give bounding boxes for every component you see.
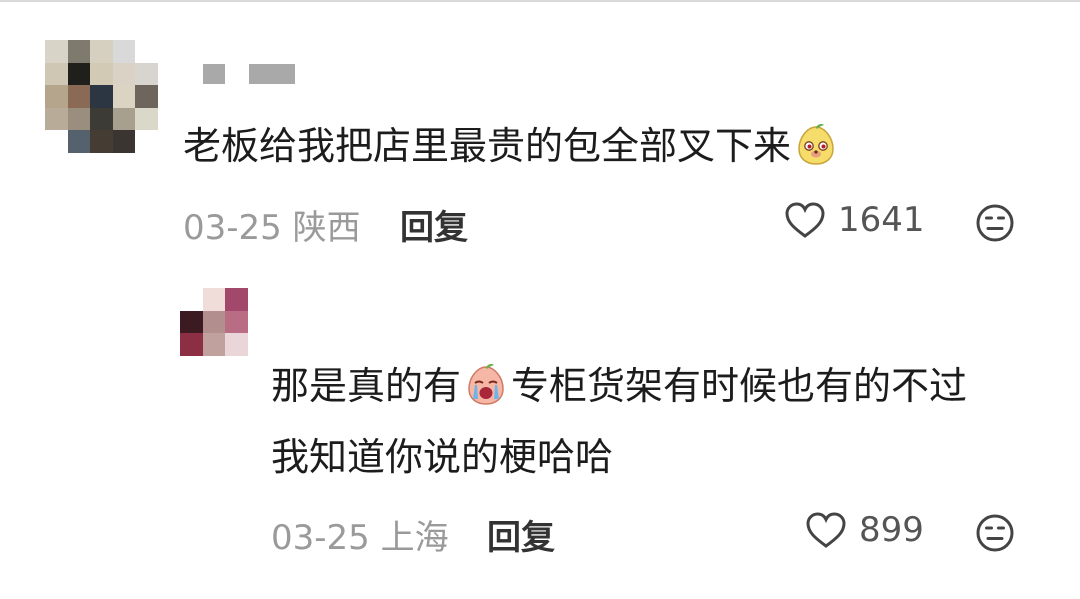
avatar-pixel	[45, 62, 68, 86]
avatar-pixel	[112, 130, 136, 153]
avatar-pixel	[45, 85, 68, 108]
avatar-pixel	[67, 107, 91, 131]
comment-date: 03-25	[183, 208, 282, 248]
avatar-pixel	[202, 310, 226, 334]
avatar-pixel	[135, 40, 158, 63]
avatar-pixel	[135, 62, 158, 86]
avatar[interactable]	[45, 40, 158, 153]
avatar-pixel	[45, 40, 68, 63]
reply-line-2: 我知道你说的梗哈哈	[271, 434, 614, 479]
reply-body-part-2: 专柜货架有时候也有的不过	[511, 364, 968, 408]
reply-like-button[interactable]: 899	[805, 510, 924, 550]
dislike-face-icon[interactable]	[975, 513, 1015, 553]
like-button[interactable]: 1641	[784, 200, 925, 240]
username-blur-block	[203, 64, 225, 84]
avatar-pixel	[202, 333, 226, 356]
comment-meta: 03-25 陕西	[183, 200, 361, 249]
avatar-pixel	[67, 130, 91, 153]
avatar-pixel	[67, 85, 91, 108]
comment-text: 老板给我把店里最贵的包全部叉下来	[183, 115, 841, 186]
reply-avatar[interactable]	[180, 288, 248, 356]
reply-body-part-1: 那是真的有	[271, 364, 462, 408]
reply-like-count: 899	[859, 510, 924, 550]
avatar-pixel	[180, 288, 203, 311]
crying-pear-emoji	[463, 361, 509, 426]
reply-date: 03-25	[271, 518, 370, 558]
avatar-pixel	[112, 85, 136, 108]
avatar-pixel	[90, 62, 113, 86]
avatar-pixel	[180, 310, 203, 334]
avatar-pixel	[225, 288, 248, 311]
comment-location: 陕西	[292, 208, 361, 248]
reply-line-1: 那是真的有 专柜货架有时候也有的不过	[271, 355, 967, 426]
avatar-pixel	[135, 107, 158, 131]
avatar-pixel	[112, 107, 136, 131]
avatar-pixel	[90, 130, 113, 153]
username-blur-block	[249, 64, 295, 84]
avatar-pixel	[67, 40, 91, 63]
heart-outline-icon	[806, 512, 846, 548]
reply-to-reply-button[interactable]: 回复	[487, 510, 555, 559]
avatar-pixel	[112, 40, 136, 63]
avatar-pixel	[180, 333, 203, 356]
avatar-pixel	[225, 333, 248, 356]
avatar-pixel	[90, 85, 113, 108]
avatar-pixel	[135, 85, 158, 108]
avatar-pixel	[45, 130, 68, 153]
reply-text: 那是真的有 专柜货架有时候也有的不过 我知道你说的梗哈哈	[271, 355, 967, 488]
avatar-pixel	[202, 288, 226, 311]
reply-location: 上海	[380, 518, 449, 558]
username-redacted[interactable]	[203, 64, 295, 84]
reply-meta: 03-25 上海	[271, 510, 449, 559]
avatar-pixel	[90, 107, 113, 131]
heart-outline-icon	[785, 202, 825, 238]
top-divider	[0, 0, 1080, 2]
like-count: 1641	[838, 200, 925, 240]
avatar-pixel	[135, 130, 158, 153]
reply-button[interactable]: 回复	[400, 200, 468, 249]
comment-body: 老板给我把店里最贵的包全部叉下来	[183, 124, 792, 168]
avatar-pixel	[45, 107, 68, 131]
avatar-pixel	[67, 62, 91, 86]
avatar-pixel	[112, 62, 136, 86]
avatar-pixel	[225, 310, 248, 334]
avatar-pixel	[90, 40, 113, 63]
dislike-face-icon[interactable]	[975, 203, 1015, 243]
pear-face-emoji	[793, 121, 839, 186]
